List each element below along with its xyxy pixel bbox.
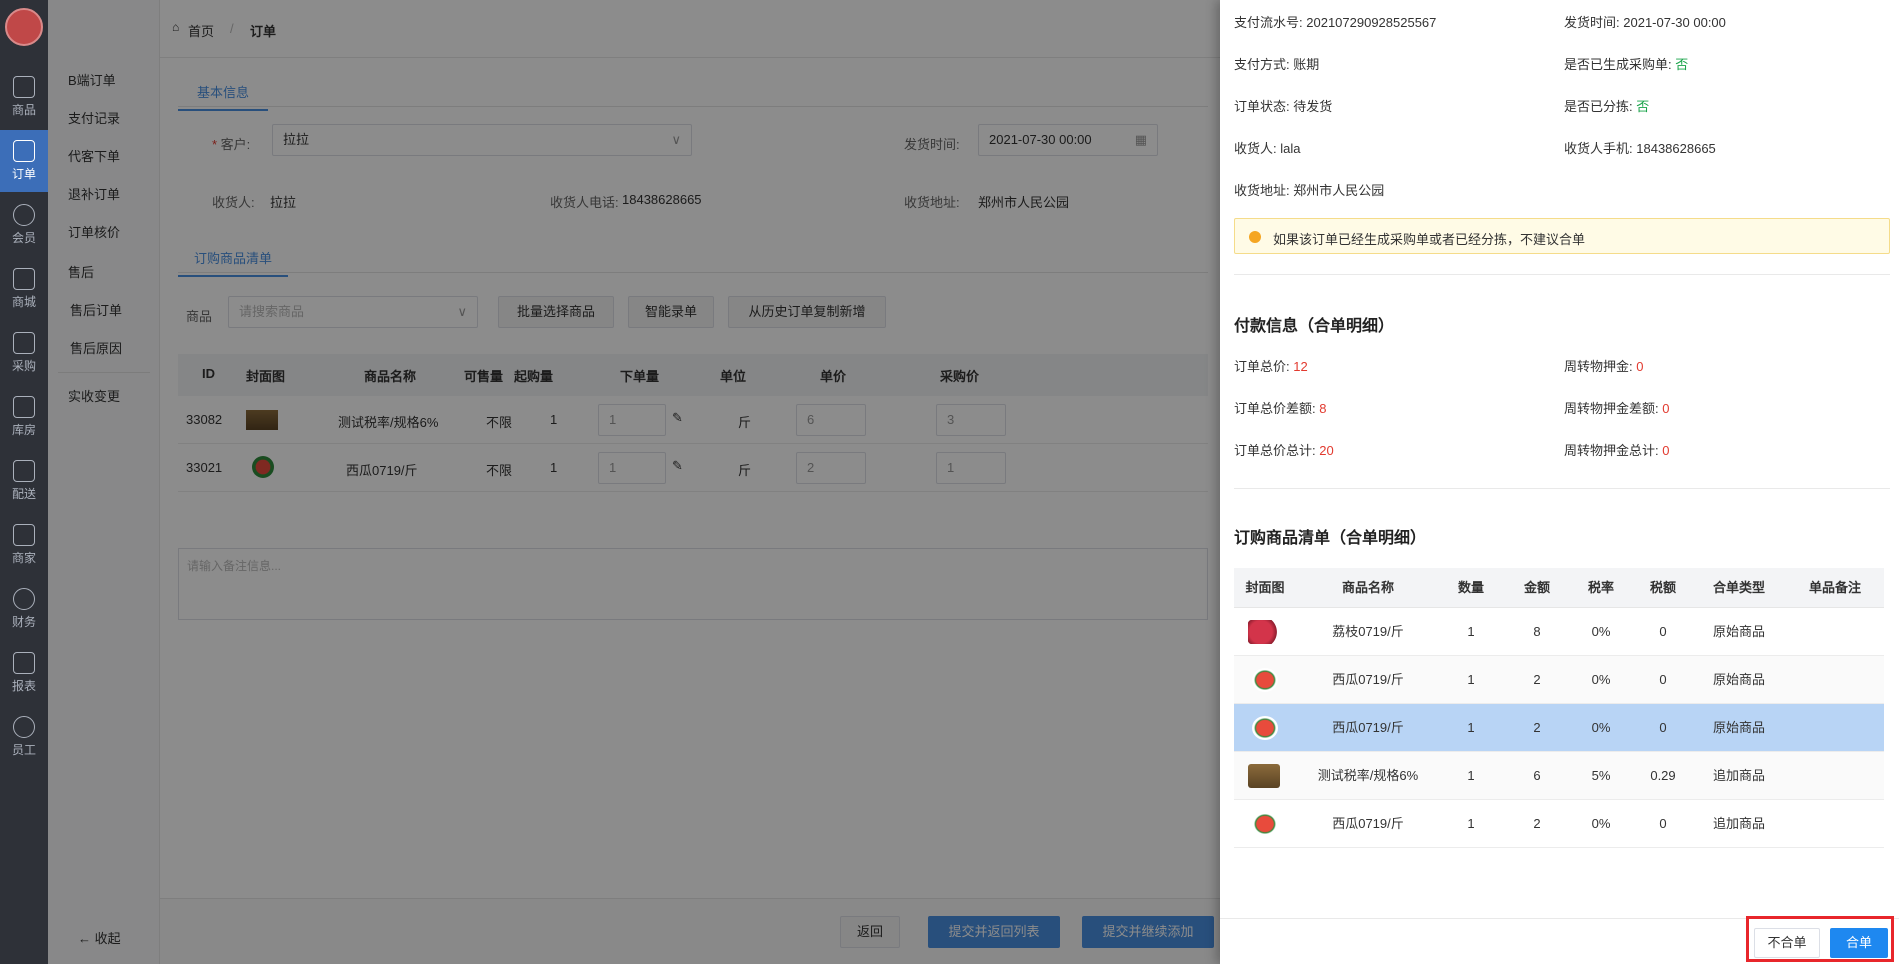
goods-detail-title: 订购商品清单（合单明细） bbox=[1234, 530, 1427, 547]
pay-method-field: 支付方式: 账期 bbox=[1234, 57, 1320, 72]
watermelon-thumbnail bbox=[1252, 668, 1278, 692]
nav-orders[interactable]: 订单 bbox=[0, 130, 48, 192]
staff-icon bbox=[13, 716, 35, 738]
row-tax: 0 bbox=[1659, 720, 1667, 735]
row-tax: 0 bbox=[1659, 624, 1667, 639]
row-tax: 0 bbox=[1659, 672, 1667, 687]
order-total-field: 订单总价: 12 bbox=[1234, 359, 1308, 374]
row-qty: 1 bbox=[1467, 720, 1475, 735]
nav-purchase[interactable]: 采购 bbox=[0, 322, 48, 384]
row-amount: 2 bbox=[1533, 672, 1541, 687]
col-remark: 单品备注 bbox=[1808, 580, 1861, 595]
row-tax-rate: 5% bbox=[1591, 768, 1611, 783]
deposit-diff-field: 周转物押金差额: 0 bbox=[1564, 401, 1670, 416]
row-amount: 6 bbox=[1533, 768, 1541, 783]
row-name: 测试税率/规格6% bbox=[1317, 768, 1419, 783]
col-name: 商品名称 bbox=[1341, 580, 1394, 595]
row-tax: 0 bbox=[1659, 816, 1667, 831]
col-amount: 金额 bbox=[1523, 580, 1550, 595]
warning-text: 如果该订单已经生成采购单或者已经分拣，不建议合单 bbox=[1273, 232, 1586, 247]
col-tax-rate: 税率 bbox=[1587, 580, 1614, 595]
nav-mall[interactable]: 商城 bbox=[0, 258, 48, 320]
nav-reports[interactable]: 报表 bbox=[0, 642, 48, 704]
total-sum-field: 订单总价总计: 20 bbox=[1234, 443, 1334, 458]
nav-merchant[interactable]: 商家 bbox=[0, 514, 48, 576]
row-merge-type: 原始商品 bbox=[1712, 672, 1765, 687]
row-amount: 8 bbox=[1533, 624, 1541, 639]
row-tax-rate: 0% bbox=[1591, 816, 1611, 831]
row-qty: 1 bbox=[1467, 672, 1475, 687]
modal-overlay[interactable] bbox=[48, 0, 1220, 964]
receiver-phone-field: 收货人手机: 18438628665 bbox=[1564, 141, 1716, 156]
store-icon bbox=[13, 524, 35, 546]
merge-order-drawer: 支付流水号: 202107290928525567 发货时间: 2021-07-… bbox=[1220, 0, 1899, 964]
deposit-field: 周转物押金: 0 bbox=[1564, 359, 1644, 374]
nav-staff[interactable]: 员工 bbox=[0, 706, 48, 768]
pay-info-title: 付款信息（合单明细） bbox=[1234, 318, 1395, 335]
warning-alert: 如果该订单已经生成采购单或者已经分拣，不建议合单 bbox=[1234, 218, 1890, 254]
row-merge-type: 原始商品 bbox=[1712, 624, 1765, 639]
logo-icon bbox=[5, 8, 43, 46]
row-name: 西瓜0719/斤 bbox=[1332, 672, 1404, 687]
lychee-thumbnail bbox=[1248, 620, 1280, 644]
user-icon bbox=[13, 204, 35, 226]
ship-time-field: 发货时间: 2021-07-30 00:00 bbox=[1564, 15, 1726, 30]
row-tax-rate: 0% bbox=[1591, 720, 1611, 735]
table-row[interactable]: 测试税率/规格6% 1 6 5% 0.29 追加商品 bbox=[1234, 752, 1884, 800]
address-field: 收货地址: 郑州市人民公园 bbox=[1234, 183, 1385, 198]
nav-delivery[interactable]: 配送 bbox=[0, 450, 48, 512]
row-tax-rate: 0% bbox=[1591, 624, 1611, 639]
row-tax-rate: 0% bbox=[1591, 672, 1611, 687]
detail-table-header: 封面图 商品名称 数量 金额 税率 税额 合单类型 单品备注 bbox=[1234, 568, 1884, 608]
divider bbox=[1234, 488, 1890, 489]
warning-icon bbox=[1249, 231, 1261, 243]
row-qty: 1 bbox=[1467, 816, 1475, 831]
table-row[interactable]: 西瓜0719/斤 1 2 0% 0 追加商品 bbox=[1234, 800, 1884, 848]
row-name: 荔枝0719/斤 bbox=[1332, 624, 1404, 639]
icon-sidebar: 商品 订单 会员 商城 采购 库房 配送 商家 财务 报表 员工 bbox=[0, 0, 48, 964]
row-tax: 0.29 bbox=[1650, 768, 1676, 783]
col-cover: 封面图 bbox=[1245, 580, 1285, 595]
row-name: 西瓜0719/斤 bbox=[1332, 720, 1404, 735]
order-icon bbox=[13, 140, 35, 162]
table-row-selected[interactable]: 西瓜0719/斤 1 2 0% 0 原始商品 bbox=[1234, 704, 1884, 752]
col-tax: 税额 bbox=[1649, 580, 1676, 595]
row-qty: 1 bbox=[1467, 768, 1475, 783]
home-icon bbox=[13, 268, 35, 290]
purchase-generated-field: 是否已生成采购单: 否 bbox=[1564, 57, 1689, 72]
row-merge-type: 追加商品 bbox=[1712, 768, 1765, 783]
no-merge-button[interactable]: 不合单 bbox=[1754, 928, 1820, 958]
table-row[interactable]: 荔枝0719/斤 1 8 0% 0 原始商品 bbox=[1234, 608, 1884, 656]
bag-icon bbox=[13, 76, 35, 98]
receiver-field: 收货人: lala bbox=[1234, 141, 1301, 156]
col-qty: 数量 bbox=[1457, 580, 1484, 595]
order-status-field: 订单状态: 待发货 bbox=[1234, 99, 1333, 114]
watermelon-thumbnail bbox=[1252, 716, 1278, 740]
merge-button[interactable]: 合单 bbox=[1830, 928, 1888, 958]
nav-finance[interactable]: 财务 bbox=[0, 578, 48, 640]
yen-icon bbox=[13, 588, 35, 610]
purchase-icon bbox=[13, 332, 35, 354]
warehouse-icon bbox=[13, 396, 35, 418]
deposit-sum-field: 周转物押金总计: 0 bbox=[1564, 443, 1670, 458]
row-merge-type: 原始商品 bbox=[1712, 720, 1765, 735]
divider bbox=[1234, 274, 1890, 275]
table-row[interactable]: 西瓜0719/斤 1 2 0% 0 原始商品 bbox=[1234, 656, 1884, 704]
watermelon-thumbnail bbox=[1252, 812, 1278, 836]
sorted-field: 是否已分拣: 否 bbox=[1564, 99, 1650, 114]
row-merge-type: 追加商品 bbox=[1712, 816, 1765, 831]
product-thumbnail bbox=[1248, 764, 1280, 788]
total-diff-field: 订单总价差额: 8 bbox=[1234, 401, 1327, 416]
col-merge-type: 合单类型 bbox=[1712, 580, 1765, 595]
row-qty: 1 bbox=[1467, 624, 1475, 639]
delivery-icon bbox=[13, 460, 35, 482]
row-amount: 2 bbox=[1533, 720, 1541, 735]
chart-icon bbox=[13, 652, 35, 674]
row-name: 西瓜0719/斤 bbox=[1332, 816, 1404, 831]
nav-warehouse[interactable]: 库房 bbox=[0, 386, 48, 448]
nav-members[interactable]: 会员 bbox=[0, 194, 48, 256]
row-amount: 2 bbox=[1533, 816, 1541, 831]
nav-goods[interactable]: 商品 bbox=[0, 66, 48, 128]
serial-field: 支付流水号: 202107290928525567 bbox=[1234, 15, 1437, 30]
